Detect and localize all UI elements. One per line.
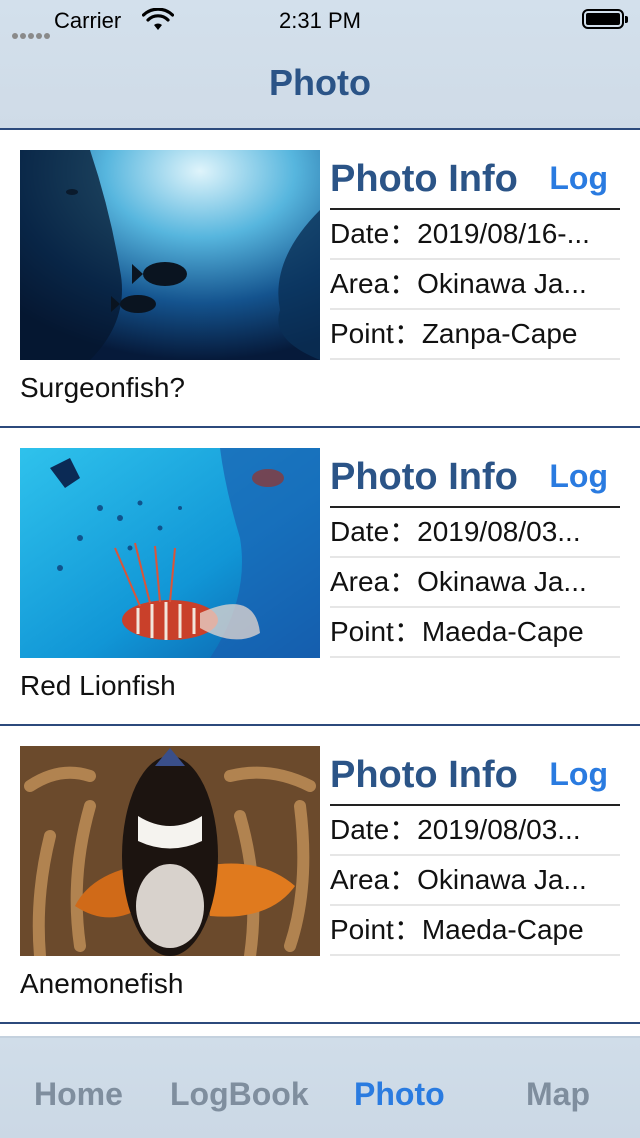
photo-thumbnail[interactable]: [20, 448, 320, 658]
photo-caption: Red Lionfish: [20, 670, 176, 701]
status-bar: Carrier 2:31 PM: [0, 0, 640, 40]
photo-info-panel: Photo Info Log Date：2019/08/03... Area：O…: [330, 746, 620, 956]
tab-logbook[interactable]: LogBook: [170, 1076, 309, 1113]
photo-thumbnail[interactable]: [20, 746, 320, 956]
photo-cell[interactable]: Photo Info Log Date：2019/08/03... Area：O…: [0, 726, 640, 1024]
tab-home[interactable]: Home: [34, 1076, 123, 1113]
point-value: Point：Maeda-Cape: [330, 608, 620, 658]
photo-info-title: Photo Info: [330, 456, 518, 498]
photo-cell[interactable]: Photo Info Log Date：2019/08/16-... Area：…: [0, 130, 640, 428]
photo-caption: Anemonefish: [20, 968, 184, 999]
area-value: Area：Okinawa Ja...: [330, 856, 620, 906]
date-value: Date：2019/08/03...: [330, 806, 620, 856]
photo-thumbnail[interactable]: [20, 150, 320, 360]
area-value: Area：Okinawa Ja...: [330, 260, 620, 310]
log-button[interactable]: Log: [549, 160, 608, 197]
photo-info-title: Photo Info: [330, 754, 518, 796]
status-time: 2:31 PM: [279, 8, 361, 33]
page-title: Photo: [269, 62, 371, 103]
photo-caption: Surgeonfish?: [20, 372, 186, 403]
date-value: Date：2019/08/16-...: [330, 210, 620, 260]
navigation-bar: Carrier 2:31 PM Photo: [0, 0, 640, 130]
point-value: Point：Zanpa-Cape: [330, 310, 620, 360]
tab-map[interactable]: Map: [526, 1076, 590, 1113]
tab-bar: Home LogBook Photo Map: [0, 1036, 640, 1138]
date-value: Date：2019/08/03...: [330, 508, 620, 558]
photo-cell[interactable]: Photo Info Log Date：2019/08/03... Area：O…: [0, 428, 640, 726]
battery-icon: [582, 9, 628, 29]
photo-info-panel: Photo Info Log Date：2019/08/16-... Area：…: [330, 150, 620, 360]
log-button[interactable]: Log: [549, 458, 608, 495]
tab-photo[interactable]: Photo: [354, 1076, 445, 1113]
log-button[interactable]: Log: [549, 756, 608, 793]
photo-info-title: Photo Info: [330, 158, 518, 200]
area-value: Area：Okinawa Ja...: [330, 558, 620, 608]
photo-list[interactable]: Photo Info Log Date：2019/08/16-... Area：…: [0, 130, 640, 1024]
photo-info-panel: Photo Info Log Date：2019/08/03... Area：O…: [330, 448, 620, 658]
point-value: Point：Maeda-Cape: [330, 906, 620, 956]
